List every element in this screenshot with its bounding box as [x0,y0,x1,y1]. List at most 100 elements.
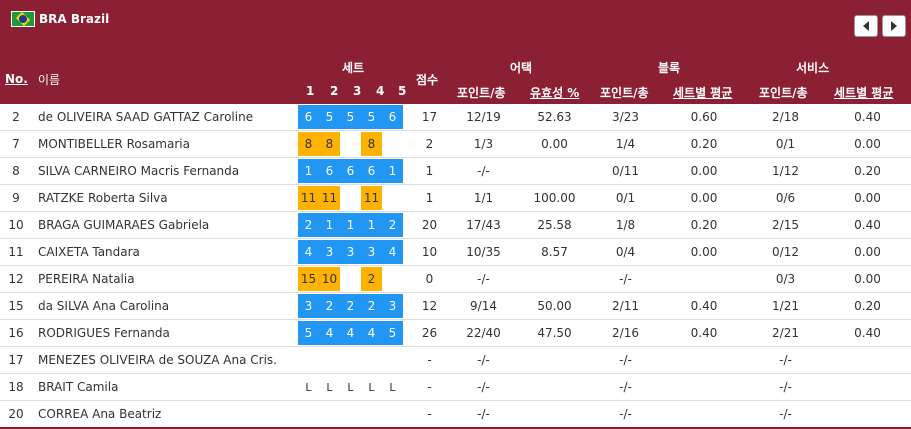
block-average: 0.20 [661,211,747,239]
col-serve-average[interactable]: 세트별 평균 [834,84,893,101]
serve-average [824,373,911,401]
set-position-cell: L [389,380,396,394]
player-no: 8 [0,157,32,185]
set-positions: 54445 [298,319,411,347]
col-block-points[interactable]: 포인트/총 [600,84,649,101]
set-position-cell: 4 [340,321,361,345]
set-positions: 65556 [298,104,411,131]
table-row[interactable]: 17 MENEZES OLIVEIRA de SOUZA Ana Cris. - -/… [0,346,911,374]
player-no: 12 [0,265,32,293]
set-position-cell: 8 [319,132,340,156]
player-no: 20 [0,400,32,429]
block-points: -/- [590,265,661,293]
set-position-cell: 2 [340,294,361,318]
block-points: 0/4 [590,238,661,266]
col-attack-points[interactable]: 포인트/총 [457,84,506,101]
col-no[interactable]: No. [5,72,28,86]
set-position-cell: 4 [298,240,319,264]
set-position-cell: 4 [319,321,340,345]
set-position-cell [298,402,319,426]
attack-efficiency: 52.63 [519,104,590,131]
table-row[interactable]: 2 de OLIVEIRA SAAD GATTAZ Caroline 6 5 5 5 6 17… [0,104,911,131]
set-position-cell [382,348,403,372]
set-position-cell: 11 [361,186,382,210]
set-position-cell: 3 [382,294,403,318]
table-row[interactable]: 9 RATZKE Roberta Silva 11 11 11 1 1/1 100.00 0/1… [0,184,911,212]
set-position-cell: 2 [361,294,382,318]
player-points: - [411,373,448,401]
col-points[interactable]: 점수 [416,71,438,88]
attack-efficiency: 8.57 [519,238,590,266]
set-position-cell: L [368,380,375,394]
attack-efficiency: 25.58 [519,211,590,239]
table-row[interactable]: 20 CORREA Ana Beatriz - -/- -/- -/- [0,400,911,429]
set-positions: 21112 [298,211,411,239]
col-serve-points[interactable]: 포인트/총 [759,84,808,101]
set-position-cell: 15 [298,267,319,291]
block-points: 2/11 [590,292,661,320]
set-position-cell: 2 [382,213,403,237]
player-points: - [411,346,448,374]
table-row[interactable]: 12 PEREIRA Natalia 15 10 2 0 -/- -/- 0/3 0.00 [0,265,911,293]
set-position-cell: 3 [298,294,319,318]
player-points: 0 [411,265,448,293]
table-row[interactable]: 16 RODRIGUES Fernanda 5 4 4 4 5 26 22/40 47.50 2/1… [0,319,911,347]
set-position-cell [340,348,361,372]
block-points: 0/11 [590,157,661,185]
attack-efficiency: 0.00 [519,130,590,158]
set-position-cell: 6 [382,105,403,129]
table-row[interactable]: 7 MONTIBELLER Rosamaria 8 8 8 2 1/3 0.00 1/4 0.20… [0,130,911,158]
set-positions [298,346,411,374]
set-positions: 11 11 11 [298,184,411,212]
arrow-left-icon [863,21,869,31]
serve-average [824,400,911,429]
serve-points: -/- [747,400,824,429]
player-points: 17 [411,104,448,131]
set-position-cell: 1 [319,213,340,237]
set-position-cell: 6 [340,159,361,183]
attack-points: -/- [448,373,519,401]
block-points: 2/16 [590,319,661,347]
player-name: PEREIRA Natalia [32,265,298,293]
table-row[interactable]: 10 BRAGA GUIMARAES Gabriela 2 1 1 1 2 20 17/43 25… [0,211,911,239]
block-average: 0.20 [661,130,747,158]
table-row[interactable]: 8 SILVA CARNEIRO Macris Fernanda 1 6 6 6 1 1 -/-… [0,157,911,185]
block-points: -/- [590,400,661,429]
col-sets: 세트 [342,61,365,75]
set-position-cell: 4 [382,240,403,264]
player-points: 20 [411,211,448,239]
serve-points: 1/12 [747,157,824,185]
next-button[interactable] [882,15,906,37]
set-position-cell: 3 [361,240,382,264]
serve-points: 2/18 [747,104,824,131]
block-average: 0.00 [661,238,747,266]
col-attack: 어택 [510,61,533,75]
player-points: - [411,400,448,429]
attack-points: -/- [448,157,519,185]
col-block-average[interactable]: 세트별 평균 [673,84,732,101]
col-set-3: 3 [353,84,362,98]
col-serve: 서비스 [796,61,830,75]
player-no: 2 [0,104,32,131]
set-position-cell [340,132,361,156]
block-points: 1/4 [590,130,661,158]
player-points: 10 [411,238,448,266]
attack-efficiency: 50.00 [519,292,590,320]
set-position-cell [361,348,382,372]
prev-button[interactable] [854,15,878,37]
attack-efficiency [519,265,590,293]
block-points: -/- [590,346,661,374]
attack-points: 1/1 [448,184,519,212]
player-name: RODRIGUES Fernanda [32,319,298,347]
player-no: 18 [0,373,32,401]
set-position-cell: 3 [340,240,361,264]
set-position-cell: 6 [319,159,340,183]
serve-average: 0.00 [824,184,911,212]
col-name[interactable]: 이름 [38,71,60,88]
table-row[interactable]: 11 CAIXETA Tandara 4 3 3 3 4 10 10/35 8.57 0/4 0.00… [0,238,911,266]
serve-average: 0.00 [824,238,911,266]
table-row[interactable]: 18 BRAIT Camila L L L L L - -/- -/- -/- [0,373,911,401]
col-attack-efficiency[interactable]: 유효성 % [530,84,579,101]
set-position-cell: 4 [361,321,382,345]
table-row[interactable]: 15 da SILVA Ana Carolina 3 2 2 2 3 12 9/14 50.00 2… [0,292,911,320]
